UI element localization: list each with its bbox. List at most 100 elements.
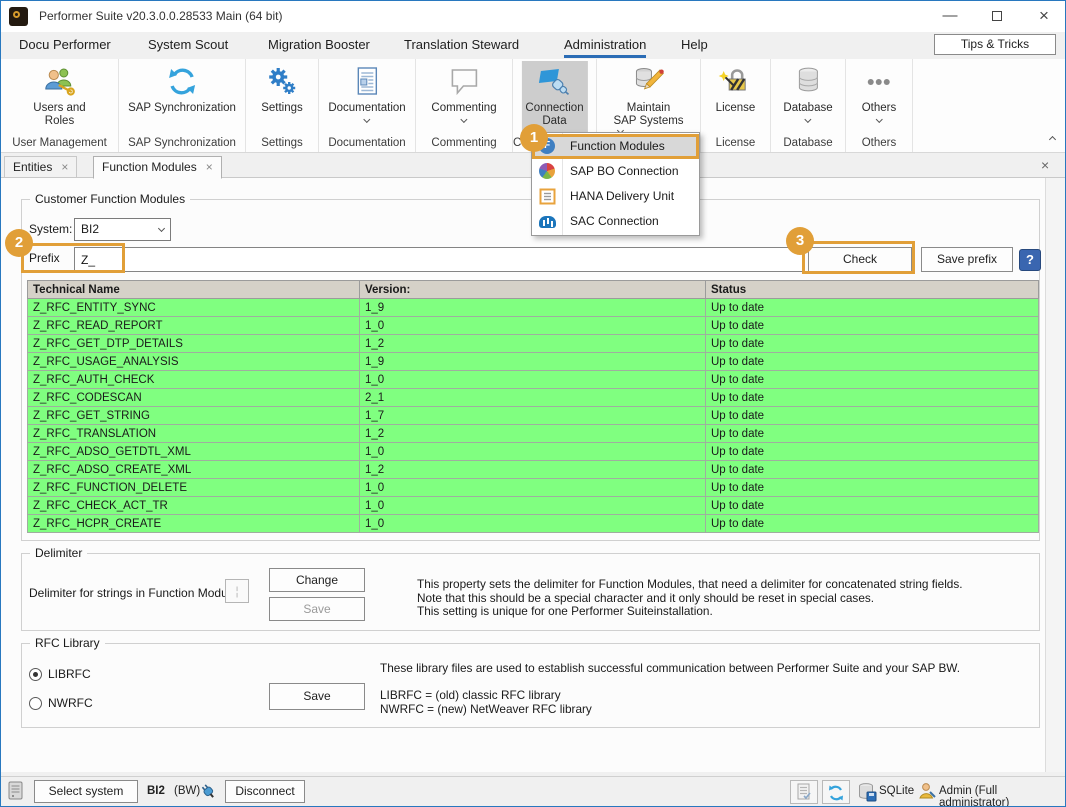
maximize-icon	[992, 11, 1002, 21]
table-row[interactable]: Z_RFC_CODESCAN2_1Up to date	[28, 389, 1039, 407]
commenting-button[interactable]: Commenting	[427, 61, 500, 136]
app-window: Performer Suite v20.3.0.0.28533 Main (64…	[0, 0, 1066, 807]
save-rfc-button[interactable]: Save	[269, 683, 365, 710]
tab-function-modules[interactable]: Function Modules×	[93, 156, 222, 179]
table-row[interactable]: Z_RFC_ENTITY_SYNC1_9Up to date	[28, 299, 1039, 317]
table-row[interactable]: Z_RFC_USAGE_ANALYSIS1_9Up to date	[28, 353, 1039, 371]
table-row[interactable]: Z_RFC_ADSO_CREATE_XML1_2Up to date	[28, 461, 1039, 479]
column-version[interactable]: Version:	[360, 281, 706, 299]
delimiter-group: Delimiter Delimiter for strings in Funct…	[21, 553, 1040, 631]
menu-item-hana-delivery-unit[interactable]: HANA Delivery Unit	[532, 184, 699, 209]
connected-system-name: BI2	[147, 785, 165, 797]
tab-close-icon[interactable]: ×	[61, 160, 68, 174]
group-title: RFC Library	[30, 636, 105, 650]
others-button[interactable]: Others	[858, 61, 901, 136]
menu-docu-performer[interactable]: Docu Performer	[19, 32, 111, 58]
documentation-button[interactable]: Documentation	[324, 61, 409, 136]
menu-help[interactable]: Help	[681, 32, 708, 58]
radio-selected-icon	[29, 668, 42, 681]
group-label-settings: Settings	[246, 137, 318, 149]
close-button[interactable]: ×	[1027, 1, 1061, 31]
document-close-icon[interactable]: ×	[1041, 157, 1049, 173]
right-gutter	[1045, 178, 1065, 772]
license-button[interactable]: License	[712, 61, 760, 136]
menu-translation-steward[interactable]: Translation Steward	[404, 32, 519, 58]
system-dropdown[interactable]: BI2	[74, 218, 171, 241]
annotation-step-2: 2	[5, 229, 33, 257]
menu-item-sap-bo-connection[interactable]: SAP BO Connection	[532, 159, 699, 184]
sap-synchronization-button[interactable]: SAP Synchronization	[124, 61, 240, 136]
refresh-button[interactable]	[822, 780, 850, 804]
rfc-library-group: RFC Library LIBRFC NWRFC Save These libr…	[21, 643, 1040, 728]
prefix-label: Prefix	[29, 251, 60, 265]
maximize-button[interactable]	[980, 1, 1014, 31]
table-row[interactable]: Z_RFC_AUTH_CHECK1_0Up to date	[28, 371, 1039, 389]
menu-item-sac-connection[interactable]: SAC Connection	[532, 209, 699, 234]
ribbon-group-license: License License	[701, 59, 771, 152]
hana-delivery-unit-icon	[539, 188, 556, 205]
group-label-database: Database	[771, 137, 845, 149]
save-delimiter-button[interactable]: Save	[269, 597, 365, 621]
status-bar: Select system BI2 (BW) Disconnect	[1, 776, 1065, 805]
plug-icon	[198, 781, 218, 804]
group-title: Delimiter	[30, 546, 87, 560]
table-row[interactable]: Z_RFC_READ_REPORT1_0Up to date	[28, 317, 1039, 335]
menu-migration-booster[interactable]: Migration Booster	[268, 32, 370, 58]
tab-entities[interactable]: Entities×	[4, 156, 77, 178]
ribbon-group-settings: Settings Settings	[246, 59, 319, 152]
chevron-down-icon	[804, 116, 811, 123]
gears-icon	[261, 65, 303, 101]
menu-bar: Docu Performer System Scout Migration Bo…	[1, 32, 1065, 59]
settings-button[interactable]: Settings	[257, 61, 307, 136]
menu-item-function-modules[interactable]: F Function Modules	[532, 134, 699, 159]
nwrfc-radio[interactable]: NWRFC	[29, 696, 93, 710]
prefix-input[interactable]	[74, 247, 805, 272]
table-row[interactable]: Z_RFC_GET_STRING1_7Up to date	[28, 407, 1039, 425]
librfc-radio[interactable]: LIBRFC	[29, 667, 91, 681]
title-bar: Performer Suite v20.3.0.0.28533 Main (64…	[1, 1, 1065, 32]
group-label-sap-synchronization: SAP Synchronization	[119, 137, 245, 149]
sac-cloud-icon	[539, 213, 556, 230]
users-and-roles-button[interactable]: Users andRoles	[29, 61, 89, 136]
ribbon-collapse-button[interactable]	[1047, 131, 1061, 145]
help-icon[interactable]: ?	[1019, 249, 1041, 271]
table-row[interactable]: Z_RFC_ADSO_GETDTL_XML1_0Up to date	[28, 443, 1039, 461]
system-label: System:	[29, 222, 72, 236]
minimize-button[interactable]: —	[933, 1, 967, 31]
ribbon-group-others: Others Others	[846, 59, 913, 152]
table-row[interactable]: Z_RFC_TRANSLATION1_2Up to date	[28, 425, 1039, 443]
column-status[interactable]: Status	[706, 281, 1039, 299]
select-system-button[interactable]: Select system	[34, 780, 138, 803]
change-delimiter-button[interactable]: Change	[269, 568, 365, 592]
disconnect-button[interactable]: Disconnect	[225, 780, 305, 803]
tips-and-tricks-button[interactable]: Tips & Tricks	[934, 34, 1056, 55]
save-prefix-button[interactable]: Save prefix	[921, 247, 1013, 272]
database-icon	[783, 65, 832, 101]
ribbon-group-documentation: Documentation Documentation	[319, 59, 416, 152]
report-button[interactable]	[790, 780, 818, 804]
connected-system-kind: (BW)	[174, 785, 200, 797]
users-roles-icon	[33, 65, 85, 101]
maintain-sap-systems-button[interactable]: Maintain SAP Systems	[609, 61, 687, 136]
chevron-down-icon	[158, 225, 165, 232]
delimiter-value-box[interactable]: ¦	[225, 579, 249, 603]
check-button[interactable]: Check	[808, 247, 912, 272]
table-row[interactable]: Z_RFC_FUNCTION_DELETE1_0Up to date	[28, 479, 1039, 497]
annotation-step-3: 3	[786, 227, 814, 255]
window-title: Performer Suite v20.3.0.0.28533 Main (64…	[39, 9, 282, 23]
tab-close-icon[interactable]: ×	[206, 160, 213, 174]
chevron-down-icon	[363, 116, 370, 123]
license-lock-icon	[716, 65, 756, 101]
annotation-step-1: 1	[520, 124, 548, 152]
rfc-description-line1: These library files are used to establis…	[380, 662, 960, 676]
table-row[interactable]: Z_RFC_GET_DTP_DETAILS1_2Up to date	[28, 335, 1039, 353]
ribbon-group-user-management: Users andRoles User Management	[1, 59, 119, 152]
column-technical-name[interactable]: Technical Name	[28, 281, 360, 299]
table-row[interactable]: Z_RFC_CHECK_ACT_TR1_0Up to date	[28, 497, 1039, 515]
rfc-description-lines: LIBRFC = (old) classic RFC library NWRFC…	[380, 689, 592, 716]
table-row[interactable]: Z_RFC_HCPR_CREATE1_0Up to date	[28, 515, 1039, 533]
menu-administration[interactable]: Administration	[564, 32, 646, 58]
database-button[interactable]: Database	[779, 61, 836, 136]
function-modules-table[interactable]: Technical Name Version: Status Z_RFC_ENT…	[27, 280, 1039, 533]
menu-system-scout[interactable]: System Scout	[148, 32, 228, 58]
